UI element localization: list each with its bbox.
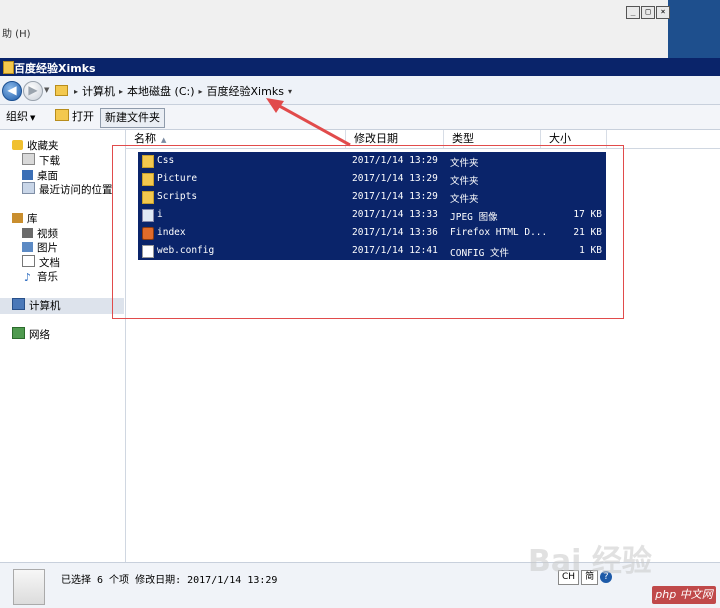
sidebar-item-label: 收藏夹: [27, 140, 59, 152]
sort-ascending-icon: ▲: [161, 136, 166, 144]
sidebar-item-label: 视频: [37, 228, 58, 240]
recent-places-icon: [22, 182, 35, 194]
sidebar-item-label: 图片: [37, 242, 58, 254]
video-icon: [22, 228, 33, 238]
chevron-right-icon[interactable]: ▸: [199, 87, 203, 96]
sidebar-item-label: 音乐: [37, 271, 58, 283]
new-folder-button[interactable]: 新建文件夹: [100, 108, 165, 128]
background-window: [0, 0, 669, 58]
window-title-bar[interactable]: 百度经验Ximks: [0, 58, 720, 76]
picture-icon: [22, 242, 33, 252]
back-button[interactable]: ◀: [2, 81, 22, 101]
baidu-watermark: Bai 经验: [528, 536, 652, 580]
status-text: 已选择 6 个项 修改日期: 2017/1/14 13:29: [61, 571, 277, 586]
sidebar-item-network[interactable]: 网络: [12, 327, 50, 343]
desktop-icon: [22, 170, 33, 180]
sidebar-item-label: 下载: [39, 155, 60, 167]
desktop-background: [668, 0, 720, 58]
library-icon: [12, 213, 23, 223]
document-icon: [22, 255, 35, 267]
network-icon: [12, 327, 25, 339]
open-label: 打开: [72, 110, 94, 123]
sidebar-item-label: 最近访问的位置: [39, 184, 113, 196]
sidebar-item-recent-places[interactable]: 最近访问的位置: [22, 182, 113, 198]
close-button[interactable]: ×: [656, 6, 670, 19]
background-window-controls: _ □ ×: [625, 6, 670, 19]
breadcrumb-local-disk[interactable]: 本地磁盘 (C:): [127, 83, 194, 99]
breadcrumb-computer[interactable]: 计算机: [82, 83, 115, 99]
php-watermark: php 中文网: [652, 586, 716, 604]
organize-label: 组织: [6, 110, 28, 123]
sidebar-item-downloads[interactable]: 下载: [22, 153, 60, 169]
maximize-button[interactable]: □: [641, 6, 655, 19]
organize-button[interactable]: 组织▼: [3, 108, 38, 126]
address-row: ◀ ▶ ▼ ▸ 计算机 ▸ 本地磁盘 (C:) ▸ 百度经验Ximks ▾: [0, 76, 720, 105]
music-note-icon: ♪: [22, 273, 33, 283]
sidebar-item-music[interactable]: ♪ 音乐: [22, 269, 58, 285]
sidebar-item-label: 文档: [39, 257, 60, 269]
chevron-right-icon[interactable]: ▸: [74, 87, 78, 96]
multiple-files-icon: [13, 569, 45, 605]
command-toolbar: 组织▼ 打开 新建文件夹: [0, 105, 720, 130]
navigation-pane: 收藏夹 下载 桌面 最近访问的位置 库 视频 图片 文档 ♪ 音乐 计算机 网络: [0, 130, 126, 562]
chevron-right-icon[interactable]: ▸: [119, 87, 123, 96]
open-folder-icon: [55, 109, 69, 121]
recent-pages-dropdown[interactable]: ▼: [44, 86, 49, 94]
sidebar-item-pictures[interactable]: 图片: [22, 240, 58, 256]
sidebar-item-favorites[interactable]: 收藏夹: [12, 138, 59, 154]
sidebar-item-libraries[interactable]: 库: [12, 211, 38, 227]
folder-icon: [55, 85, 68, 96]
sidebar-item-label: 计算机: [29, 300, 61, 312]
window-title: 百度经验Ximks: [14, 60, 96, 76]
minimize-button[interactable]: _: [626, 6, 640, 19]
sidebar-item-computer[interactable]: 计算机: [0, 298, 124, 314]
sidebar-item-label: 网络: [29, 329, 50, 341]
annotation-arrow-icon: [260, 95, 360, 155]
folder-icon: [3, 61, 14, 74]
chevron-down-icon: ▼: [30, 114, 35, 122]
sidebar-item-label: 库: [27, 213, 38, 225]
sidebar-item-label: 桌面: [37, 170, 58, 182]
star-icon: [12, 140, 23, 150]
open-button[interactable]: 打开: [52, 108, 97, 126]
annotation-highlight-box: [112, 145, 624, 319]
computer-icon: [12, 298, 25, 310]
downloads-icon: [22, 153, 35, 165]
background-window-menu[interactable]: 助 (H): [2, 25, 31, 40]
column-header-label: 名称: [134, 132, 156, 145]
forward-button[interactable]: ▶: [23, 81, 43, 101]
